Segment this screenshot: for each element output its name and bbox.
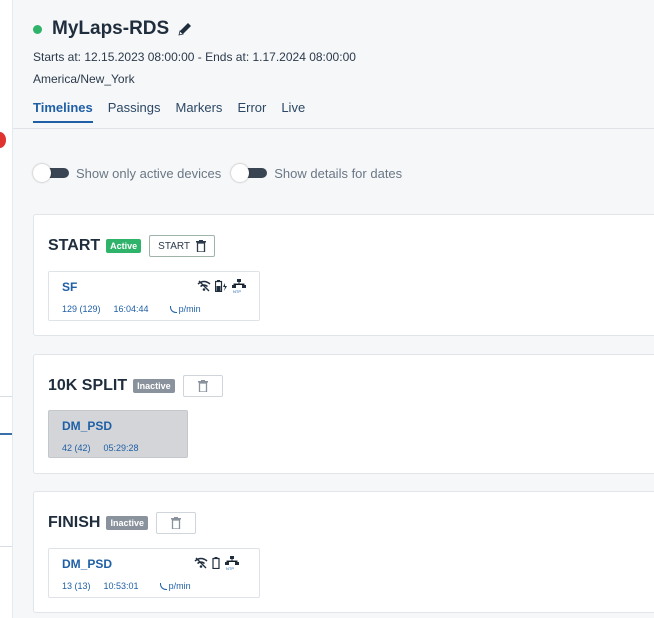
tab-passings[interactable]: Passings bbox=[108, 100, 161, 115]
tab-bar: Timelines Passings Markers Error Live bbox=[33, 100, 305, 123]
rate-unit: p/min bbox=[168, 581, 191, 591]
event-title: MyLaps-RDS bbox=[52, 18, 170, 39]
status-badge: Inactive bbox=[106, 516, 148, 530]
battery-charging-icon bbox=[215, 280, 227, 292]
timeline-card-10k-split: 10K SPLIT Inactive DM_PSD 42 (42) 05:29:… bbox=[33, 354, 654, 474]
rate-spinner-icon bbox=[159, 582, 167, 590]
details-dates-label: Show details for dates bbox=[274, 165, 403, 181]
timeline-header: 10K SPLIT Inactive bbox=[48, 375, 223, 397]
background-divider-accent bbox=[0, 433, 12, 435]
status-badge: Active bbox=[106, 239, 142, 253]
passing-count: 129 (129) bbox=[62, 304, 101, 314]
device-card[interactable]: SF NTP 129 (129) 16:04:44 p/min bbox=[48, 271, 260, 321]
start-button-label: START bbox=[158, 240, 191, 252]
ntp-icon: NTP bbox=[225, 556, 239, 570]
event-detail-panel: MyLaps-RDS Starts at: 12.15.2023 08:00:0… bbox=[12, 0, 654, 618]
passing-rate: p/min bbox=[169, 304, 201, 314]
status-dot bbox=[33, 24, 42, 34]
panel-header: MyLaps-RDS Starts at: 12.15.2023 08:00:0… bbox=[13, 0, 654, 129]
delete-button[interactable] bbox=[155, 512, 196, 534]
last-passing-time: 16:04:44 bbox=[113, 304, 149, 314]
rate-spinner-icon bbox=[169, 305, 177, 313]
device-name: DM_PSD bbox=[62, 419, 113, 433]
event-dates: Starts at: 12.15.2023 08:00:00 - Ends at… bbox=[33, 50, 356, 64]
wifi-off-icon bbox=[197, 280, 211, 292]
device-stats: 13 (13) 10:53:01 p/min bbox=[62, 581, 191, 591]
filter-toggles: Show only active devices Show details fo… bbox=[33, 164, 412, 182]
timeline-card-finish: FINISH Inactive DM_PSD NTP 13 (13) 10:53… bbox=[33, 491, 654, 613]
active-devices-toggle[interactable] bbox=[33, 164, 69, 182]
background-divider bbox=[0, 546, 12, 547]
passing-count: 42 (42) bbox=[62, 443, 91, 453]
device-name: SF bbox=[62, 280, 78, 294]
device-icons: NTP bbox=[197, 279, 246, 293]
svg-text:NTP: NTP bbox=[233, 289, 241, 293]
timeline-header: FINISH Inactive bbox=[48, 512, 196, 534]
trash-icon bbox=[197, 380, 208, 392]
timeline-name: FINISH bbox=[48, 514, 101, 531]
passing-rate: p/min bbox=[159, 581, 191, 591]
tab-markers[interactable]: Markers bbox=[175, 100, 222, 115]
trash-icon bbox=[196, 240, 207, 252]
ntp-icon: NTP bbox=[232, 279, 246, 293]
background-divider bbox=[0, 396, 12, 397]
active-devices-label: Show only active devices bbox=[76, 165, 222, 181]
delete-button[interactable] bbox=[182, 375, 223, 397]
device-name: DM_PSD bbox=[62, 557, 113, 571]
timeline-name: START bbox=[48, 237, 101, 254]
event-timezone: America/New_York bbox=[33, 72, 135, 86]
timeline-header: START Active START bbox=[48, 235, 216, 257]
background-page bbox=[0, 0, 12, 618]
timeline-card-start: START Active START SF NTP 129 (129) 16:0… bbox=[33, 214, 654, 336]
device-card[interactable]: DM_PSD 42 (42) 05:29:28 bbox=[48, 410, 188, 458]
status-badge: Inactive bbox=[133, 379, 175, 393]
start-button[interactable]: START bbox=[149, 235, 216, 257]
battery-icon bbox=[212, 557, 220, 569]
tab-timelines[interactable]: Timelines bbox=[33, 100, 93, 123]
passing-count: 13 (13) bbox=[62, 581, 91, 591]
wifi-off-icon bbox=[194, 557, 208, 569]
details-dates-toggle[interactable] bbox=[231, 164, 268, 182]
tab-error[interactable]: Error bbox=[237, 100, 266, 115]
last-passing-time: 10:53:01 bbox=[103, 581, 139, 591]
pencil-icon[interactable] bbox=[177, 21, 193, 37]
last-passing-time: 05:29:28 bbox=[103, 443, 139, 453]
timeline-name: 10K SPLIT bbox=[48, 377, 128, 394]
device-card[interactable]: DM_PSD NTP 13 (13) 10:53:01 p/min bbox=[48, 548, 260, 598]
trash-icon bbox=[170, 517, 181, 529]
tab-live[interactable]: Live bbox=[281, 100, 305, 115]
device-icons: NTP bbox=[194, 556, 239, 570]
svg-text:NTP: NTP bbox=[226, 566, 234, 570]
title-row: MyLaps-RDS bbox=[33, 18, 193, 40]
rate-unit: p/min bbox=[178, 304, 201, 314]
device-stats: 129 (129) 16:04:44 p/min bbox=[62, 304, 201, 314]
device-stats: 42 (42) 05:29:28 bbox=[62, 443, 139, 453]
